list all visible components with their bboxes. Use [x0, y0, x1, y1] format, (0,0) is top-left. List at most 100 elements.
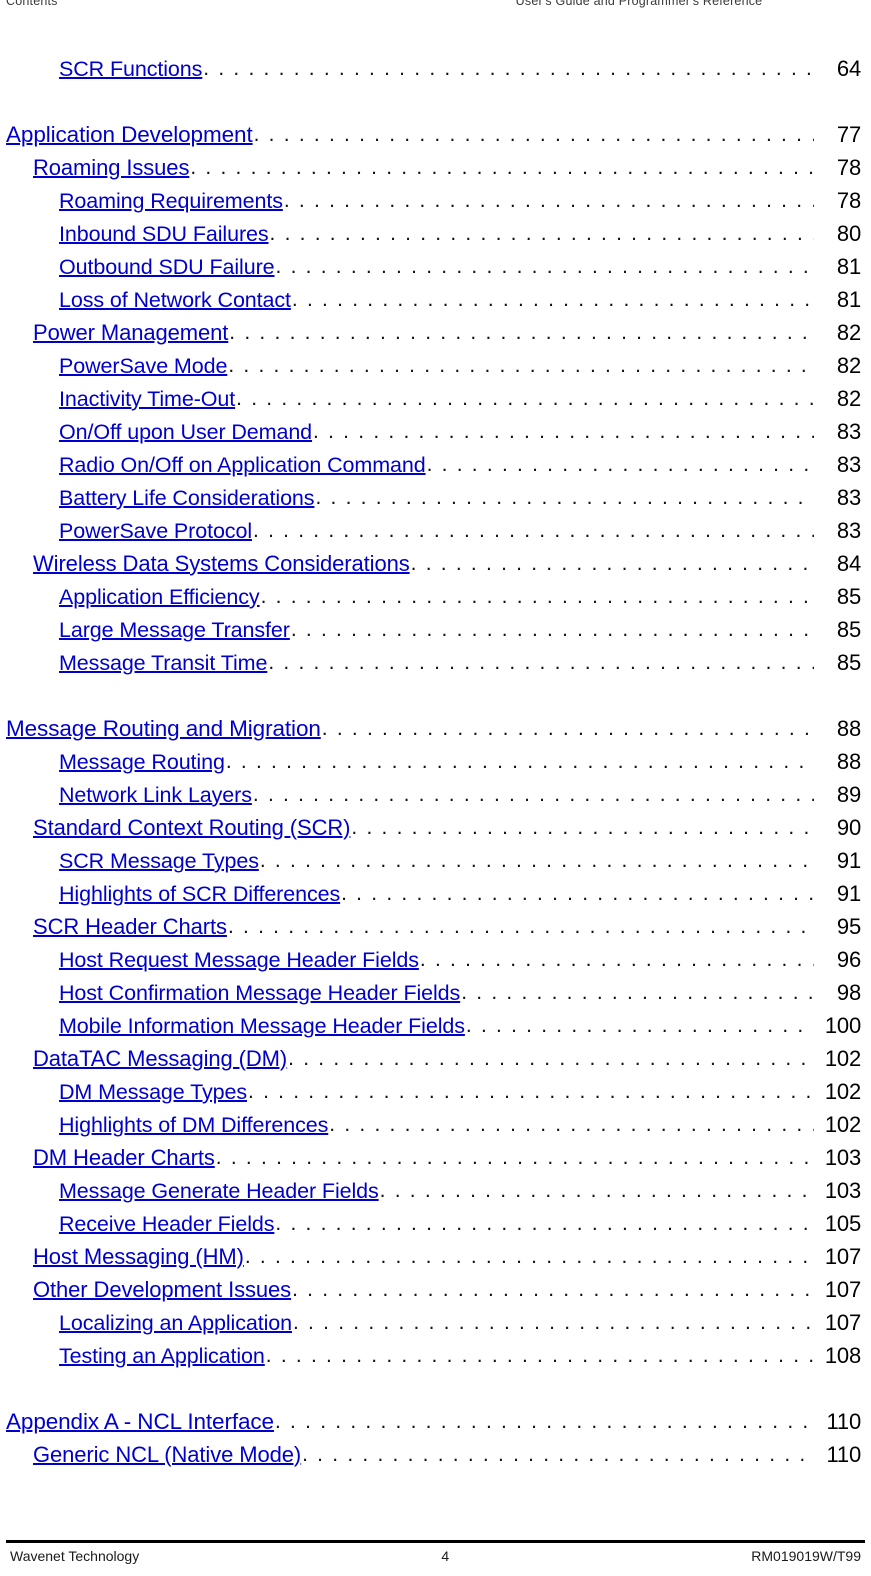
- toc-leader-dots: . . . . . . . . . . . . . . . . . . . . …: [259, 850, 814, 871]
- toc-entry[interactable]: On/Off upon User Demand. . . . . . . . .…: [0, 419, 871, 452]
- toc-entry-label[interactable]: Wireless Data Systems Considerations: [33, 551, 410, 577]
- toc-leader-dots: . . . . . . . . . . . . . . . . . . . . …: [229, 322, 814, 343]
- toc-entry-label[interactable]: Message Routing: [59, 750, 225, 775]
- toc-entry[interactable]: Host Confirmation Message Header Fields.…: [0, 980, 871, 1013]
- toc-entry-label[interactable]: Application Development: [6, 122, 253, 148]
- toc-entry-label[interactable]: Power Management: [33, 320, 228, 346]
- toc-entry[interactable]: SCR Message Types. . . . . . . . . . . .…: [0, 848, 871, 881]
- toc-entry[interactable]: Receive Header Fields. . . . . . . . . .…: [0, 1211, 871, 1244]
- toc-entry-page-number: 110: [826, 1442, 862, 1467]
- toc-entry-label[interactable]: PowerSave Protocol: [59, 519, 252, 544]
- toc-entry-page-number: 105: [824, 1211, 861, 1236]
- toc-entry-page-number: 98: [836, 980, 861, 1005]
- toc-entry-label[interactable]: Appendix A - NCL Interface: [6, 1409, 274, 1435]
- toc-entry[interactable]: PowerSave Mode. . . . . . . . . . . . . …: [0, 353, 871, 386]
- toc-entry-label[interactable]: Other Development Issues: [33, 1277, 291, 1303]
- toc-entry-label[interactable]: Generic NCL (Native Mode): [33, 1442, 301, 1468]
- toc-entry-label[interactable]: Loss of Network Contact: [59, 288, 291, 313]
- footer-divider: [6, 1540, 865, 1543]
- toc-entry[interactable]: Testing an Application. . . . . . . . . …: [0, 1343, 871, 1376]
- toc-entry[interactable]: Wireless Data Systems Considerations. . …: [0, 551, 871, 584]
- toc-entry-label[interactable]: Radio On/Off on Application Command: [59, 453, 426, 478]
- toc-entry[interactable]: Message Routing. . . . . . . . . . . . .…: [0, 749, 871, 782]
- toc-entry-page-number: 81: [836, 254, 861, 279]
- toc-entry[interactable]: Outbound SDU Failure. . . . . . . . . . …: [0, 254, 871, 287]
- toc-entry-label[interactable]: Outbound SDU Failure: [59, 255, 275, 280]
- toc-entry[interactable]: Roaming Requirements. . . . . . . . . . …: [0, 188, 871, 221]
- toc-entry[interactable]: Inactivity Time-Out. . . . . . . . . . .…: [0, 386, 871, 419]
- toc-entry-label[interactable]: Application Efficiency: [59, 585, 260, 610]
- toc-entry[interactable]: SCR Functions. . . . . . . . . . . . . .…: [0, 56, 871, 89]
- toc-entry[interactable]: Battery Life Considerations. . . . . . .…: [0, 485, 871, 518]
- toc-entry-label[interactable]: Mobile Information Message Header Fields: [59, 1014, 465, 1039]
- toc-entry-label[interactable]: Host Request Message Header Fields: [59, 948, 419, 973]
- toc-entry[interactable]: PowerSave Protocol. . . . . . . . . . . …: [0, 518, 871, 551]
- toc-entry[interactable]: Generic NCL (Native Mode). . . . . . . .…: [0, 1442, 871, 1475]
- toc-entry[interactable]: Highlights of SCR Differences. . . . . .…: [0, 881, 871, 914]
- toc-entry-page-number: 102: [824, 1079, 861, 1104]
- toc-entry-page-number: 78: [836, 155, 861, 180]
- toc-entry-label[interactable]: Inbound SDU Failures: [59, 222, 269, 247]
- toc-entry[interactable]: Application Development. . . . . . . . .…: [0, 122, 871, 155]
- toc-entry[interactable]: Standard Context Routing (SCR). . . . . …: [0, 815, 871, 848]
- toc-leader-dots: . . . . . . . . . . . . . . . . . . . . …: [274, 1411, 814, 1432]
- toc-entry-label[interactable]: DM Header Charts: [33, 1145, 215, 1171]
- toc-entry[interactable]: Roaming Issues. . . . . . . . . . . . . …: [0, 155, 871, 188]
- toc-entry[interactable]: SCR Header Charts. . . . . . . . . . . .…: [0, 914, 871, 947]
- toc-entry-label[interactable]: SCR Header Charts: [33, 914, 227, 940]
- toc-entry-label[interactable]: Message Generate Header Fields: [59, 1179, 379, 1204]
- toc-entry[interactable]: DM Header Charts. . . . . . . . . . . . …: [0, 1145, 871, 1178]
- toc-spacer: [0, 89, 871, 122]
- toc-entry[interactable]: Host Messaging (HM). . . . . . . . . . .…: [0, 1244, 871, 1277]
- toc-entry[interactable]: Large Message Transfer. . . . . . . . . …: [0, 617, 871, 650]
- toc-entry[interactable]: Power Management. . . . . . . . . . . . …: [0, 320, 871, 353]
- toc-entry[interactable]: DM Message Types. . . . . . . . . . . . …: [0, 1079, 871, 1112]
- toc-entry-label[interactable]: Roaming Issues: [33, 155, 189, 181]
- toc-entry[interactable]: DataTAC Messaging (DM). . . . . . . . . …: [0, 1046, 871, 1079]
- toc-entry[interactable]: Radio On/Off on Application Command. . .…: [0, 452, 871, 485]
- toc-entry[interactable]: Message Routing and Migration. . . . . .…: [0, 716, 871, 749]
- toc-entry-label[interactable]: DataTAC Messaging (DM): [33, 1046, 287, 1072]
- toc-entry-label[interactable]: Host Messaging (HM): [33, 1244, 244, 1270]
- toc-entry[interactable]: Application Efficiency. . . . . . . . . …: [0, 584, 871, 617]
- toc-entry-label[interactable]: DM Message Types: [59, 1080, 247, 1105]
- toc-entry-label[interactable]: SCR Functions: [59, 57, 202, 82]
- toc-entry[interactable]: Localizing an Application. . . . . . . .…: [0, 1310, 871, 1343]
- toc-entry[interactable]: Host Request Message Header Fields. . . …: [0, 947, 871, 980]
- toc-entry[interactable]: Mobile Information Message Header Fields…: [0, 1013, 871, 1046]
- toc-entry[interactable]: Loss of Network Contact. . . . . . . . .…: [0, 287, 871, 320]
- toc-entry-label[interactable]: SCR Message Types: [59, 849, 259, 874]
- toc-leader-dots: . . . . . . . . . . . . . . . . . . . . …: [265, 1345, 814, 1366]
- toc-entry[interactable]: Appendix A - NCL Interface. . . . . . . …: [0, 1409, 871, 1442]
- toc-leader-dots: . . . . . . . . . . . . . . . . . . . . …: [341, 883, 814, 904]
- toc-entry[interactable]: Highlights of DM Differences. . . . . . …: [0, 1112, 871, 1145]
- toc-entry-page-number: 85: [836, 650, 861, 675]
- toc-leader-dots: . . . . . . . . . . . . . . . . . . . . …: [283, 190, 814, 211]
- toc-entry-label[interactable]: Localizing an Application: [59, 1311, 292, 1336]
- toc-entry-label[interactable]: Highlights of DM Differences: [59, 1113, 328, 1138]
- toc-entry-label[interactable]: Message Routing and Migration: [6, 716, 321, 742]
- toc-leader-dots: . . . . . . . . . . . . . . . . . . . . …: [419, 949, 814, 970]
- toc-entry[interactable]: Other Development Issues. . . . . . . . …: [0, 1277, 871, 1310]
- toc-leader-dots: . . . . . . . . . . . . . . . . . . . . …: [315, 487, 814, 508]
- toc-entry[interactable]: Network Link Layers. . . . . . . . . . .…: [0, 782, 871, 815]
- toc-entry[interactable]: Message Generate Header Fields. . . . . …: [0, 1178, 871, 1211]
- toc-entry[interactable]: Inbound SDU Failures. . . . . . . . . . …: [0, 221, 871, 254]
- toc-entry-label[interactable]: Roaming Requirements: [59, 189, 283, 214]
- toc-entry-label[interactable]: Battery Life Considerations: [59, 486, 315, 511]
- toc-entry[interactable]: Message Transit Time. . . . . . . . . . …: [0, 650, 871, 683]
- toc-leader-dots: . . . . . . . . . . . . . . . . . . . . …: [351, 817, 814, 838]
- toc-entry-page-number: 108: [824, 1343, 861, 1368]
- toc-entry-label[interactable]: Large Message Transfer: [59, 618, 290, 643]
- toc-entry-label[interactable]: Host Confirmation Message Header Fields: [59, 981, 460, 1006]
- toc-entry-label[interactable]: PowerSave Mode: [59, 354, 227, 379]
- toc-entry-label[interactable]: Message Transit Time: [59, 651, 267, 676]
- toc-entry-label[interactable]: On/Off upon User Demand: [59, 420, 312, 445]
- toc-entry-label[interactable]: Receive Header Fields: [59, 1212, 274, 1237]
- toc-entry-label[interactable]: Network Link Layers: [59, 783, 252, 808]
- toc-entry-label[interactable]: Standard Context Routing (SCR): [33, 815, 350, 841]
- toc-leader-dots: . . . . . . . . . . . . . . . . . . . . …: [260, 586, 814, 607]
- toc-entry-label[interactable]: Testing an Application: [59, 1344, 265, 1369]
- toc-entry-label[interactable]: Inactivity Time-Out: [59, 387, 235, 412]
- toc-entry-label[interactable]: Highlights of SCR Differences: [59, 882, 340, 907]
